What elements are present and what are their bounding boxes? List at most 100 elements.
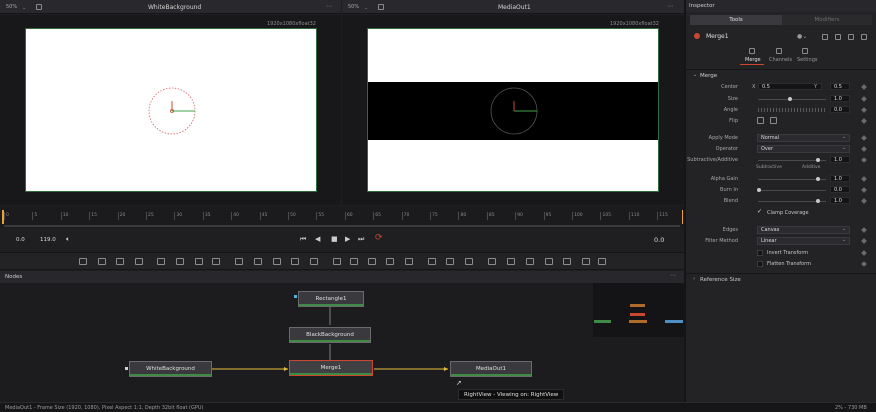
node-enable-icon[interactable]	[694, 33, 700, 39]
keyframe-icon[interactable]	[861, 146, 867, 152]
keyframe-icon[interactable]	[861, 250, 867, 256]
center-y-input[interactable]: 0.5	[830, 83, 850, 90]
transform-icon[interactable]	[291, 258, 299, 265]
angle-dial[interactable]	[758, 108, 826, 112]
channels-tab-icon[interactable]	[776, 48, 782, 54]
ellipse-mask-icon[interactable]	[350, 258, 358, 265]
text-tool-icon[interactable]	[116, 258, 124, 265]
alpha-gain-knob[interactable]	[816, 177, 820, 181]
go-to-end-icon[interactable]: ⏭︎	[358, 235, 364, 244]
keyframe-icon[interactable]	[861, 135, 867, 141]
subtab-channels[interactable]: Channels	[769, 57, 792, 63]
subtractive-additive-input[interactable]: 1.0	[830, 156, 850, 163]
version-icon[interactable]	[822, 34, 828, 40]
play-icon[interactable]: ▶	[345, 235, 350, 243]
keyframe-icon[interactable]	[861, 84, 867, 90]
right-canvas[interactable]	[367, 28, 659, 192]
loop-icon[interactable]: ⟳	[375, 233, 383, 243]
rectangle-mask-icon[interactable]	[333, 258, 341, 265]
transform-widget[interactable]	[26, 29, 318, 193]
reset-icon[interactable]	[861, 34, 867, 40]
merge-tab-icon[interactable]	[749, 48, 755, 54]
flatten-transform-checkbox[interactable]	[757, 261, 763, 267]
go-to-start-icon[interactable]: ⏮︎	[300, 235, 306, 244]
left-canvas[interactable]	[25, 28, 317, 192]
color-icon[interactable]	[195, 258, 203, 265]
node-graph[interactable]: Rectangle1 BlackBackground WhiteBackgrou…	[0, 283, 684, 402]
settings-tab-icon[interactable]	[802, 48, 808, 54]
node-mediaout1[interactable]: MediaOut1	[450, 361, 532, 377]
background-tool-icon[interactable]	[79, 258, 87, 265]
keyframe-icon[interactable]	[861, 238, 867, 244]
keyframe-icon[interactable]	[861, 157, 867, 163]
3d-text-icon[interactable]	[446, 258, 454, 265]
current-frame[interactable]: 0.0	[16, 237, 25, 243]
stop-icon[interactable]: ■	[331, 235, 338, 243]
subtab-merge[interactable]: Merge	[745, 57, 761, 63]
angle-input[interactable]: 0.0	[830, 106, 850, 113]
keyframe-icon[interactable]	[861, 187, 867, 193]
chevron-down-icon[interactable]: ⌄	[22, 5, 26, 11]
speaker-icon[interactable]: 🔈︎	[66, 235, 70, 244]
burn-in-knob[interactable]	[757, 188, 761, 192]
subtab-settings[interactable]: Settings	[797, 57, 818, 63]
tab-tools[interactable]: Tools	[690, 15, 782, 25]
more-icon[interactable]: ⋯	[326, 3, 332, 10]
input-port[interactable]	[294, 295, 297, 298]
input-port[interactable]	[125, 367, 128, 370]
blend-knob[interactable]	[816, 199, 820, 203]
node-minimap[interactable]	[593, 283, 684, 337]
more-icon[interactable]: ⋯	[670, 272, 676, 279]
resize-icon[interactable]	[310, 258, 318, 265]
end-frame[interactable]: 119.0	[40, 237, 56, 243]
burn-in-slider[interactable]	[758, 190, 826, 191]
node-blackbackground[interactable]: BlackBackground	[289, 327, 371, 343]
merge-section-header[interactable]: ⌄ Merge	[686, 69, 876, 80]
matte-control-icon[interactable]	[273, 258, 281, 265]
size-input[interactable]: 1.0	[830, 95, 850, 102]
3d-merge-icon[interactable]	[465, 258, 473, 265]
3d-shape-icon[interactable]	[428, 258, 436, 265]
edges-select[interactable]: Canvas	[757, 226, 850, 234]
center-x-input[interactable]: 0.5	[758, 83, 822, 90]
invert-transform-checkbox[interactable]	[757, 250, 763, 256]
apply-mode-select[interactable]: Normal	[757, 134, 850, 142]
pin-icon[interactable]	[835, 34, 841, 40]
size-slider-knob[interactable]	[788, 97, 792, 101]
right-zoom[interactable]: 50%	[348, 4, 359, 10]
chevron-down-icon[interactable]: ⌄	[364, 5, 368, 11]
light-icon[interactable]	[507, 258, 515, 265]
keyframe-icon[interactable]	[861, 176, 867, 182]
viewer-options-icon[interactable]	[36, 4, 42, 10]
alpha-gain-input[interactable]: 1.0	[830, 175, 850, 182]
scrub-bar[interactable]	[4, 225, 680, 227]
blur-icon[interactable]	[212, 258, 220, 265]
node-whitebackground[interactable]: WhiteBackground	[129, 361, 212, 377]
polygon-mask-icon[interactable]	[368, 258, 376, 265]
size-slider[interactable]	[758, 99, 826, 100]
left-zoom[interactable]: 50%	[6, 4, 17, 10]
particle-force-icon[interactable]	[598, 258, 606, 265]
color-dot-icon[interactable]: ●⌄	[797, 33, 807, 40]
node-merge1[interactable]: Merge1	[289, 360, 373, 376]
play-reverse-icon[interactable]: ◀	[315, 235, 320, 243]
keyframe-icon[interactable]	[861, 198, 867, 204]
filter-method-select[interactable]: Linear	[757, 237, 850, 245]
tab-modifiers[interactable]: Modifiers	[782, 15, 872, 25]
keyframe-icon[interactable]	[861, 96, 867, 102]
keyframe-icon[interactable]	[861, 118, 867, 124]
more-icon[interactable]: ⋯	[667, 3, 673, 10]
image-plane-icon[interactable]	[135, 258, 143, 265]
blend-input[interactable]: 1.0	[830, 197, 850, 204]
time-ruler[interactable]: 0 5 10 15 20 25 30 35 40 45 50 55 60 65 70 75 80 85 90 95 10…	[0, 206, 684, 228]
flip-vertical-icon[interactable]	[770, 117, 777, 124]
keyframe-icon[interactable]	[861, 107, 867, 113]
operator-select[interactable]: Over	[757, 145, 850, 153]
channel-booleans-icon[interactable]	[254, 258, 262, 265]
transform-widget[interactable]	[368, 29, 660, 193]
tracker-icon[interactable]	[405, 258, 413, 265]
node-rectangle1[interactable]: Rectangle1	[298, 291, 364, 307]
camera-icon[interactable]	[488, 258, 496, 265]
bspline-mask-icon[interactable]	[386, 258, 394, 265]
reference-size-section[interactable]: › Reference Size	[686, 273, 876, 285]
